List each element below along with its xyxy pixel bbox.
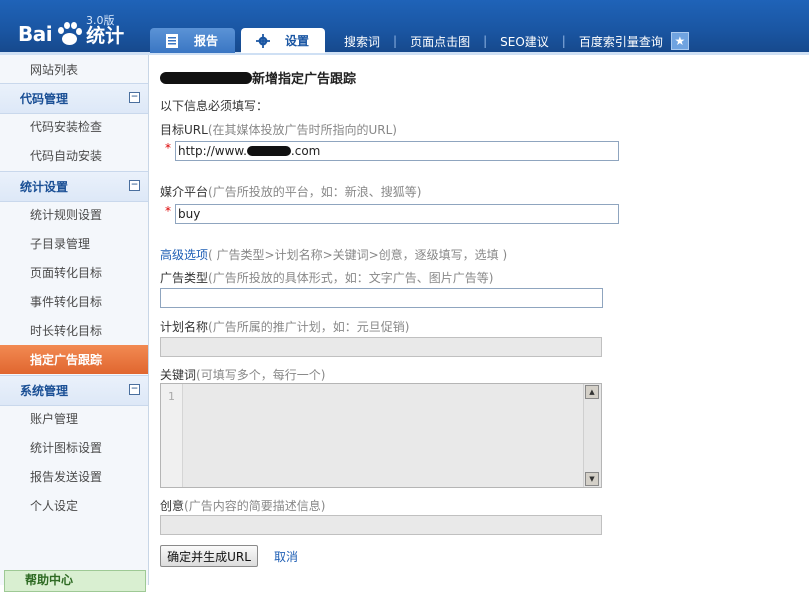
textarea-scrollbar[interactable]: ▲ ▼ <box>583 384 601 487</box>
creative-label: 创意(广告内容的简要描述信息) <box>160 499 326 513</box>
cancel-link[interactable]: 取消 <box>274 548 298 565</box>
sidebar-group-system[interactable]: 系统管理 − <box>0 375 148 406</box>
scroll-down-icon[interactable]: ▼ <box>585 472 599 486</box>
sidebar-item-account[interactable]: 账户管理 <box>0 404 148 433</box>
nav-click-map[interactable]: 页面点击图 <box>410 33 470 50</box>
version-label: 3.0版 <box>86 14 115 27</box>
collapse-icon[interactable]: − <box>129 180 140 191</box>
sidebar-item-subdir[interactable]: 子目录管理 <box>0 229 148 258</box>
tab-settings-label: 设置 <box>285 34 310 48</box>
sidebar-group-stats[interactable]: 统计设置 − <box>0 171 148 202</box>
collapse-icon[interactable]: − <box>129 384 140 395</box>
media-input[interactable]: buy <box>175 204 619 224</box>
sidebar-item-personal[interactable]: 个人设定 <box>0 491 148 520</box>
line-number-gutter: 1 <box>161 384 183 487</box>
adtype-label: 广告类型(广告所投放的具体形式，如：文字广告、图片广告等) <box>160 271 494 285</box>
sidebar-group-code[interactable]: 代码管理 − <box>0 83 148 114</box>
keyword-label: 关键词(可填写多个，每行一个) <box>160 368 326 382</box>
tab-report-label: 报告 <box>194 34 219 48</box>
creative-input[interactable] <box>160 515 602 535</box>
plan-label: 计划名称(广告所属的推广计划，如：元旦促销) <box>160 320 410 334</box>
url-label: 目标URL(在其媒体投放广告时所指向的URL) <box>160 123 397 137</box>
required-mark: * <box>165 204 171 218</box>
sidebar: 网站列表 代码管理 − 代码安装检查 代码自动安装 统计设置 − 统计规则设置 … <box>0 55 149 585</box>
sidebar-item-rules[interactable]: 统计规则设置 <box>0 200 148 229</box>
sidebar-item-icon-settings[interactable]: 统计图标设置 <box>0 433 148 462</box>
sidebar-item-event-goal[interactable]: 事件转化目标 <box>0 287 148 316</box>
generate-url-button[interactable]: 确定并生成URL <box>160 545 258 567</box>
nav-search-terms[interactable]: 搜索词 <box>344 33 380 50</box>
advanced-options-link[interactable]: 高级选项 <box>160 248 208 262</box>
sidebar-item-code-auto[interactable]: 代码自动安装 <box>0 141 148 170</box>
nav-separator: | <box>561 34 566 48</box>
paw-icon <box>56 21 83 47</box>
gear-icon <box>256 33 270 48</box>
star-icon[interactable]: ★ <box>670 32 689 50</box>
sidebar-item-page-goal[interactable]: 页面转化目标 <box>0 258 148 287</box>
media-label: 媒介平台(广告所投放的平台，如：新浪、搜狐等) <box>160 185 422 199</box>
redacted-site-name <box>160 71 252 84</box>
sidebar-item-code-check[interactable]: 代码安装检查 <box>0 112 148 141</box>
logo-text: Bai <box>18 22 53 46</box>
sidebar-item-ad-tracking[interactable]: 指定广告跟踪 <box>0 345 148 374</box>
tab-settings[interactable]: 设置 <box>241 28 325 53</box>
scroll-up-icon[interactable]: ▲ <box>585 385 599 399</box>
url-input[interactable]: http://www. .com <box>175 141 619 161</box>
top-nav: 搜索词 | 页面点击图 | SEO建议 | 百度索引量查询 ★ <box>344 32 689 50</box>
keyword-textarea[interactable]: 1 ▲ ▼ <box>160 383 602 488</box>
nav-index-query[interactable]: 百度索引量查询 <box>579 33 663 50</box>
report-icon <box>166 33 178 48</box>
required-mark: * <box>165 141 171 155</box>
advanced-options: 高级选项( 广告类型>计划名称>关键词>创意，逐级填写，选填 ) <box>160 248 508 262</box>
adtype-input[interactable] <box>160 288 603 308</box>
nav-separator: | <box>393 34 398 48</box>
required-note: 以下信息必须填写： <box>160 99 269 113</box>
tab-report[interactable]: 报告 <box>150 28 235 53</box>
sidebar-item-report-send[interactable]: 报告发送设置 <box>0 462 148 491</box>
plan-input[interactable] <box>160 337 602 357</box>
sidebar-item-site-list[interactable]: 网站列表 <box>0 55 148 84</box>
redacted-domain <box>246 146 291 156</box>
nav-seo[interactable]: SEO建议 <box>500 33 549 50</box>
sidebar-item-duration-goal[interactable]: 时长转化目标 <box>0 316 148 345</box>
page-title: 新增指定广告跟踪 <box>160 68 356 87</box>
nav-separator: | <box>483 34 488 48</box>
help-center[interactable]: 帮助中心 <box>4 570 146 592</box>
collapse-icon[interactable]: − <box>129 92 140 103</box>
